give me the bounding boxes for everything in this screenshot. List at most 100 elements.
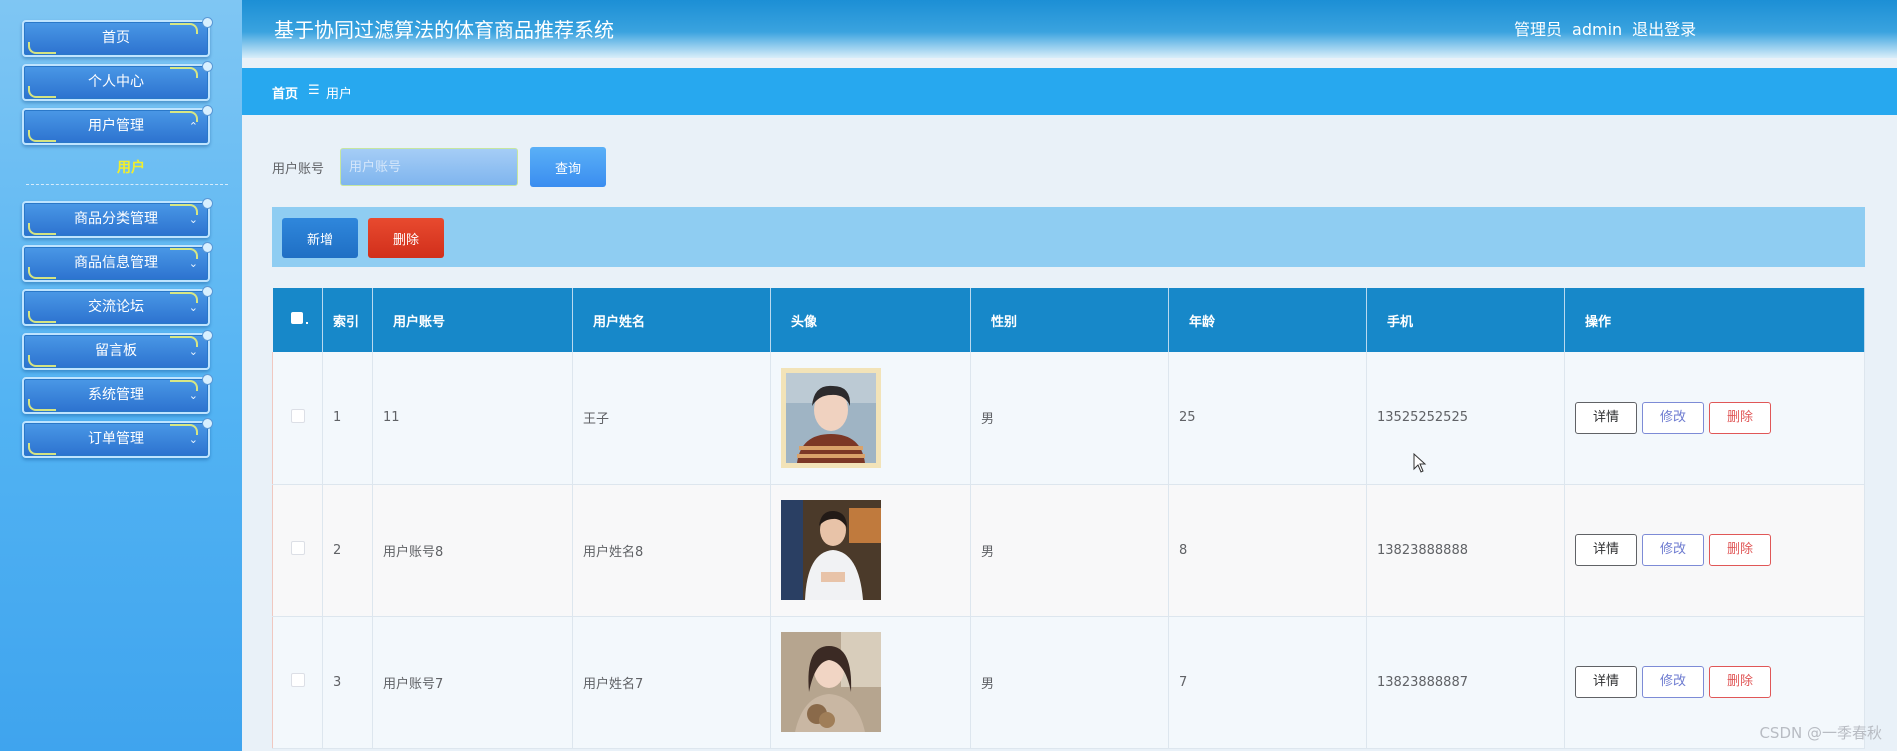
menu-system-management[interactable]: 系统管理 ⌄	[22, 374, 213, 414]
menu-category-management[interactable]: 商品分类管理 ⌄	[22, 198, 213, 238]
breadcrumb-separator-icon: ☰	[308, 83, 320, 98]
column-header-phone: 手机	[1366, 288, 1565, 352]
logout-link[interactable]: 退出登录	[1632, 20, 1696, 39]
detail-button[interactable]: 详情	[1575, 401, 1637, 434]
menu-user-management-label: 用户管理	[88, 118, 144, 134]
action-bar: 新增 删除	[272, 207, 1865, 267]
chevron-down-icon: ⌄	[188, 345, 198, 358]
cell-name: 王子	[572, 352, 771, 485]
cell-name: 用户姓名7	[572, 616, 771, 749]
column-header-account: 用户账号	[372, 288, 573, 352]
search-button[interactable]: 查询	[530, 147, 606, 187]
user-table: 索引 用户账号 用户姓名 头像 性别 年龄 手机 操作 1 11 王子 男 25…	[272, 288, 1865, 749]
avatar[interactable]	[781, 500, 881, 600]
cell-phone: 13823888887	[1366, 616, 1565, 749]
select-all-header[interactable]	[272, 288, 323, 352]
chevron-down-icon: ⌄	[188, 433, 198, 446]
cell-gender: 男	[970, 616, 1169, 749]
breadcrumb-current: 用户	[326, 87, 353, 102]
menu-message-board[interactable]: 留言板 ⌄	[22, 330, 213, 370]
add-button[interactable]: 新增	[282, 218, 358, 258]
row-delete-button[interactable]: 删除	[1709, 401, 1771, 434]
menu-order-management-label: 订单管理	[88, 431, 144, 447]
row-checkbox[interactable]	[290, 408, 305, 423]
table-row: 1 11 王子 男 25 13525252525 详情 修改 删除	[272, 352, 1865, 485]
app-title: 基于协同过滤算法的体育商品推荐系统	[274, 18, 614, 42]
row-checkbox-cell[interactable]	[272, 484, 323, 617]
cell-avatar	[770, 484, 971, 617]
submenu-divider	[26, 184, 228, 185]
cell-gender: 男	[970, 352, 1169, 485]
edit-button[interactable]: 修改	[1642, 666, 1704, 698]
menu-message-board-label: 留言板	[95, 343, 137, 359]
edit-button[interactable]: 修改	[1642, 401, 1704, 434]
sidebar: 首页 个人中心 用户管理 ⌃ 用户 商品分类管理 ⌄ 商品信息管理 ⌄ 交流论坛…	[0, 0, 242, 751]
breadcrumb-home[interactable]: 首页	[272, 83, 298, 102]
menu-user-management[interactable]: 用户管理 ⌃	[22, 105, 213, 145]
menu-product-management[interactable]: 商品信息管理 ⌄	[22, 242, 213, 282]
cell-phone: 13525252525	[1366, 352, 1565, 485]
select-all-checkbox[interactable]	[291, 312, 309, 324]
menu-home-label: 首页	[102, 30, 130, 46]
cell-avatar	[770, 616, 971, 749]
breadcrumb: 首页 ☰ 用户	[242, 68, 1897, 115]
submenu-item-users[interactable]: 用户	[22, 157, 240, 177]
cell-account: 用户账号8	[372, 484, 573, 617]
cell-actions: 详情 修改 删除	[1564, 352, 1865, 485]
detail-button[interactable]: 详情	[1575, 534, 1637, 566]
chevron-up-icon: ⌃	[188, 120, 198, 133]
column-header-actions: 操作	[1564, 288, 1865, 352]
menu-profile-label: 个人中心	[88, 74, 144, 90]
cell-gender: 男	[970, 484, 1169, 617]
avatar[interactable]	[781, 367, 881, 468]
chevron-down-icon: ⌄	[188, 213, 198, 226]
top-header: 基于协同过滤算法的体育商品推荐系统 管理员 admin 退出登录	[242, 0, 1897, 58]
cell-index: 2	[322, 484, 373, 617]
mouse-cursor-icon	[1413, 453, 1427, 473]
menu-category-management-label: 商品分类管理	[74, 211, 158, 227]
column-header-avatar: 头像	[770, 288, 971, 352]
user-info: 管理员 admin 退出登录	[1514, 16, 1706, 40]
detail-button[interactable]: 详情	[1575, 666, 1637, 698]
table-row: 3 用户账号7 用户姓名7 男 7 13823888887 详情 修改 删除	[272, 616, 1865, 749]
column-header-index: 索引	[322, 288, 373, 352]
table-row: 2 用户账号8 用户姓名8 男 8 13823888888 详情 修改 删除	[272, 484, 1865, 617]
menu-forum-label: 交流论坛	[88, 299, 144, 315]
watermark: CSDN @一季春秋	[1759, 724, 1882, 742]
cell-age: 7	[1168, 616, 1367, 749]
column-header-name: 用户姓名	[572, 288, 771, 352]
cell-age: 25	[1168, 352, 1367, 485]
edit-button[interactable]: 修改	[1642, 534, 1704, 566]
chevron-down-icon: ⌄	[188, 389, 198, 402]
menu-order-management[interactable]: 订单管理 ⌄	[22, 418, 213, 458]
row-checkbox[interactable]	[290, 673, 305, 687]
avatar[interactable]	[781, 632, 881, 732]
search-input[interactable]	[340, 148, 518, 186]
row-delete-button[interactable]: 删除	[1709, 534, 1771, 566]
row-checkbox-cell[interactable]	[272, 352, 323, 485]
cell-name: 用户姓名8	[572, 484, 771, 617]
row-checkbox-cell[interactable]	[272, 616, 323, 749]
row-delete-button[interactable]: 删除	[1709, 666, 1771, 698]
search-label: 用户账号	[272, 162, 325, 177]
row-checkbox[interactable]	[290, 541, 305, 555]
user-role: 管理员	[1514, 20, 1563, 39]
username: admin	[1572, 20, 1623, 39]
cell-index: 3	[322, 616, 373, 749]
column-header-gender: 性别	[970, 288, 1169, 352]
chevron-down-icon: ⌄	[188, 301, 198, 314]
table-header-row: 索引 用户账号 用户姓名 头像 性别 年龄 手机 操作	[272, 288, 1865, 352]
cell-age: 8	[1168, 484, 1367, 617]
cell-account: 11	[372, 352, 573, 485]
delete-button[interactable]: 删除	[368, 218, 444, 258]
menu-forum[interactable]: 交流论坛 ⌄	[22, 286, 213, 326]
cell-account: 用户账号7	[372, 616, 573, 749]
menu-home[interactable]: 首页	[22, 17, 213, 57]
chevron-down-icon: ⌄	[188, 257, 198, 270]
menu-product-management-label: 商品信息管理	[74, 255, 158, 271]
column-header-age: 年龄	[1168, 288, 1367, 352]
cell-actions: 详情 修改 删除	[1564, 484, 1865, 617]
cell-avatar	[770, 352, 971, 485]
cell-phone: 13823888888	[1366, 484, 1565, 617]
menu-profile[interactable]: 个人中心	[22, 61, 213, 101]
